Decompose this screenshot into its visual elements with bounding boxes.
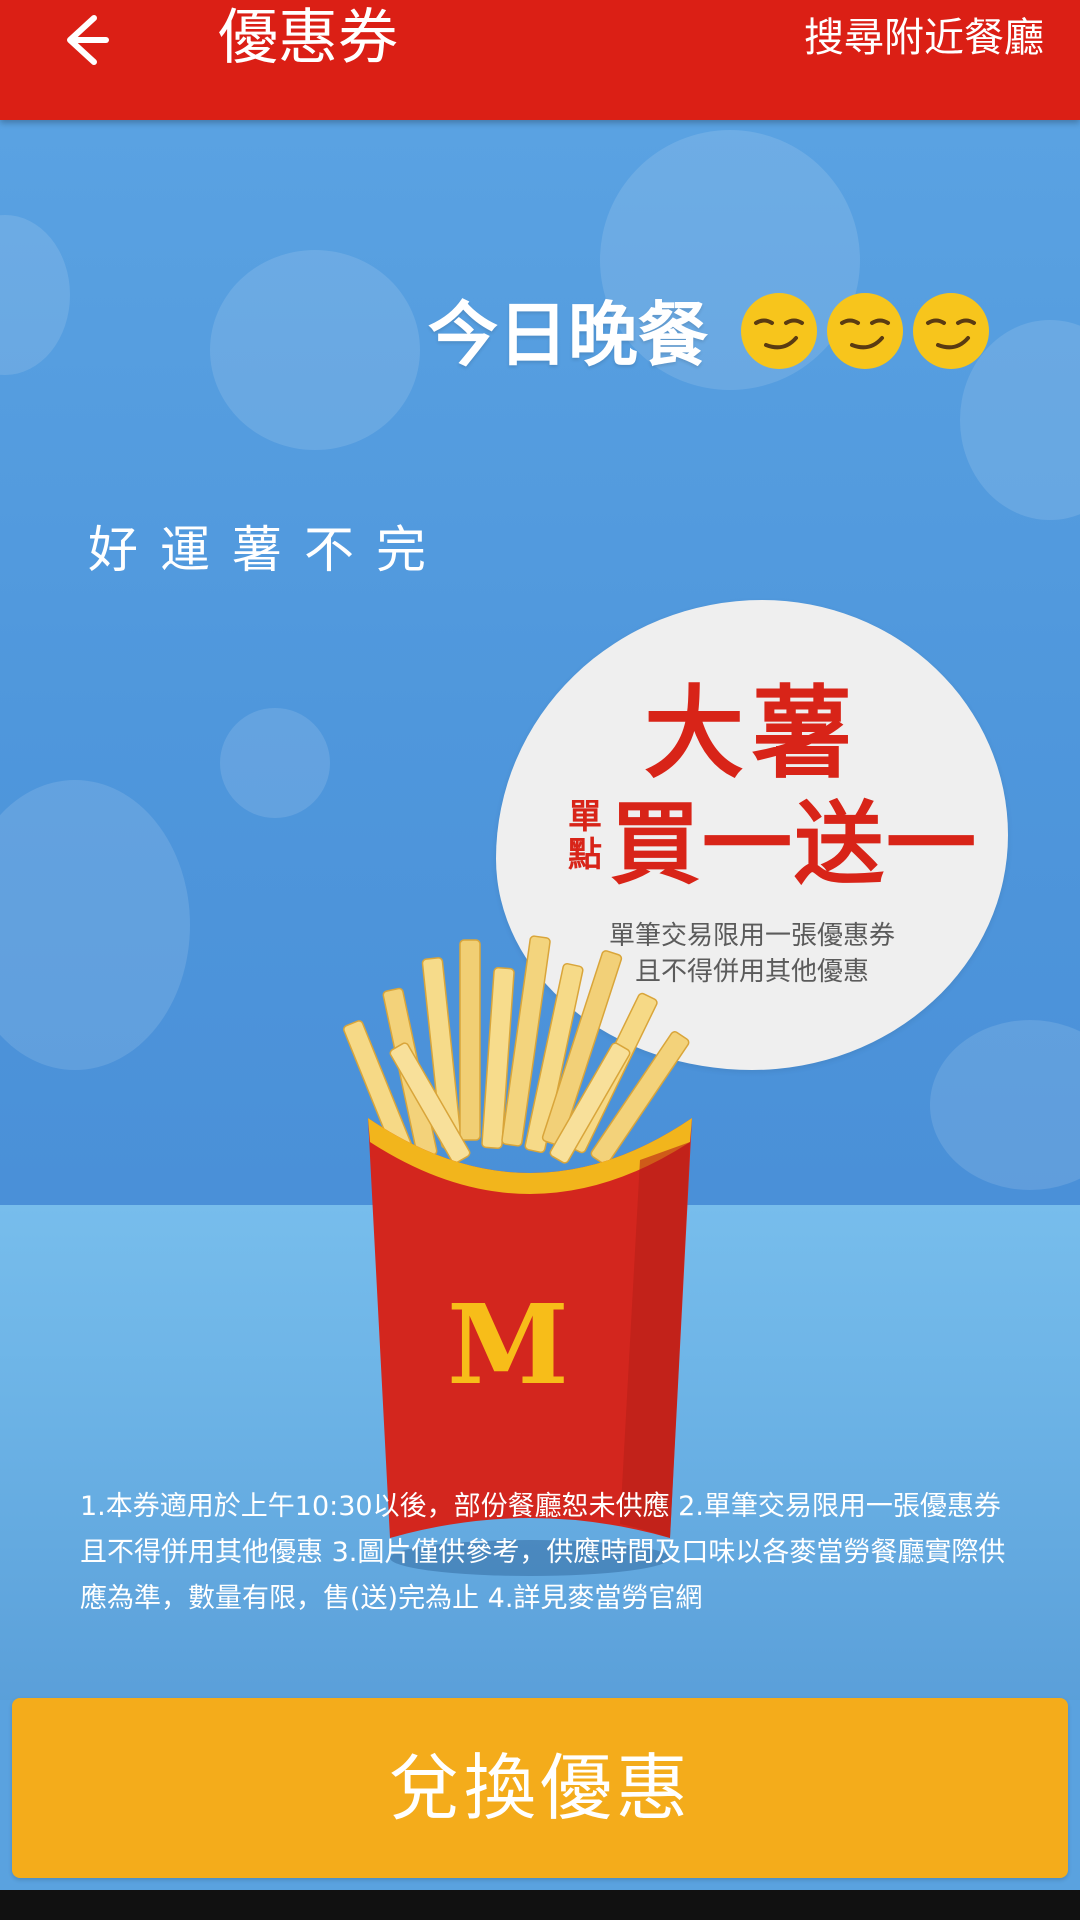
coupon-tagline: 好運薯不完 — [88, 521, 448, 579]
coupon-headline: 今日晚餐 — [428, 294, 708, 376]
redeem-button[interactable]: 兌換優惠 — [12, 1698, 1068, 1878]
coupon-image: 今日晚餐 好運薯不完 大薯 單 點 買一送一 單筆交易限用一張優惠券 且不得併用… — [0, 120, 1080, 1700]
coupon-terms: 1.本券適用於上午10:30以後，部份餐廳恕未供應 2.單筆交易限用一張優惠券且… — [80, 1491, 1006, 1614]
offer-row: 單 點 買一送一 — [566, 780, 978, 897]
arrow-left-icon — [67, 15, 109, 65]
smirk-face-icon — [827, 293, 903, 369]
back-button[interactable] — [52, 8, 122, 68]
smirk-face-icon — [913, 293, 989, 369]
offer-text: 買一送一 — [610, 792, 978, 897]
search-nearby-button[interactable]: 搜尋附近餐廳 — [804, 8, 1044, 68]
decor-blob — [210, 250, 420, 450]
emoji-group — [738, 290, 992, 380]
svg-text:M: M — [447, 1280, 569, 1409]
offer-qualifier-top: 單 — [568, 797, 602, 837]
page-title: 優惠券 — [218, 3, 398, 73]
decor-blob — [220, 708, 330, 818]
offer-qualifier-bottom: 點 — [568, 835, 602, 875]
top-app-bar: 優惠券 搜尋附近餐廳 — [0, 0, 1080, 120]
system-navigation-bar — [0, 1890, 1080, 1920]
smirk-face-icon — [741, 293, 817, 369]
offer-qualifier: 單 點 — [566, 798, 604, 874]
french-fries-image: M — [343, 935, 692, 1576]
